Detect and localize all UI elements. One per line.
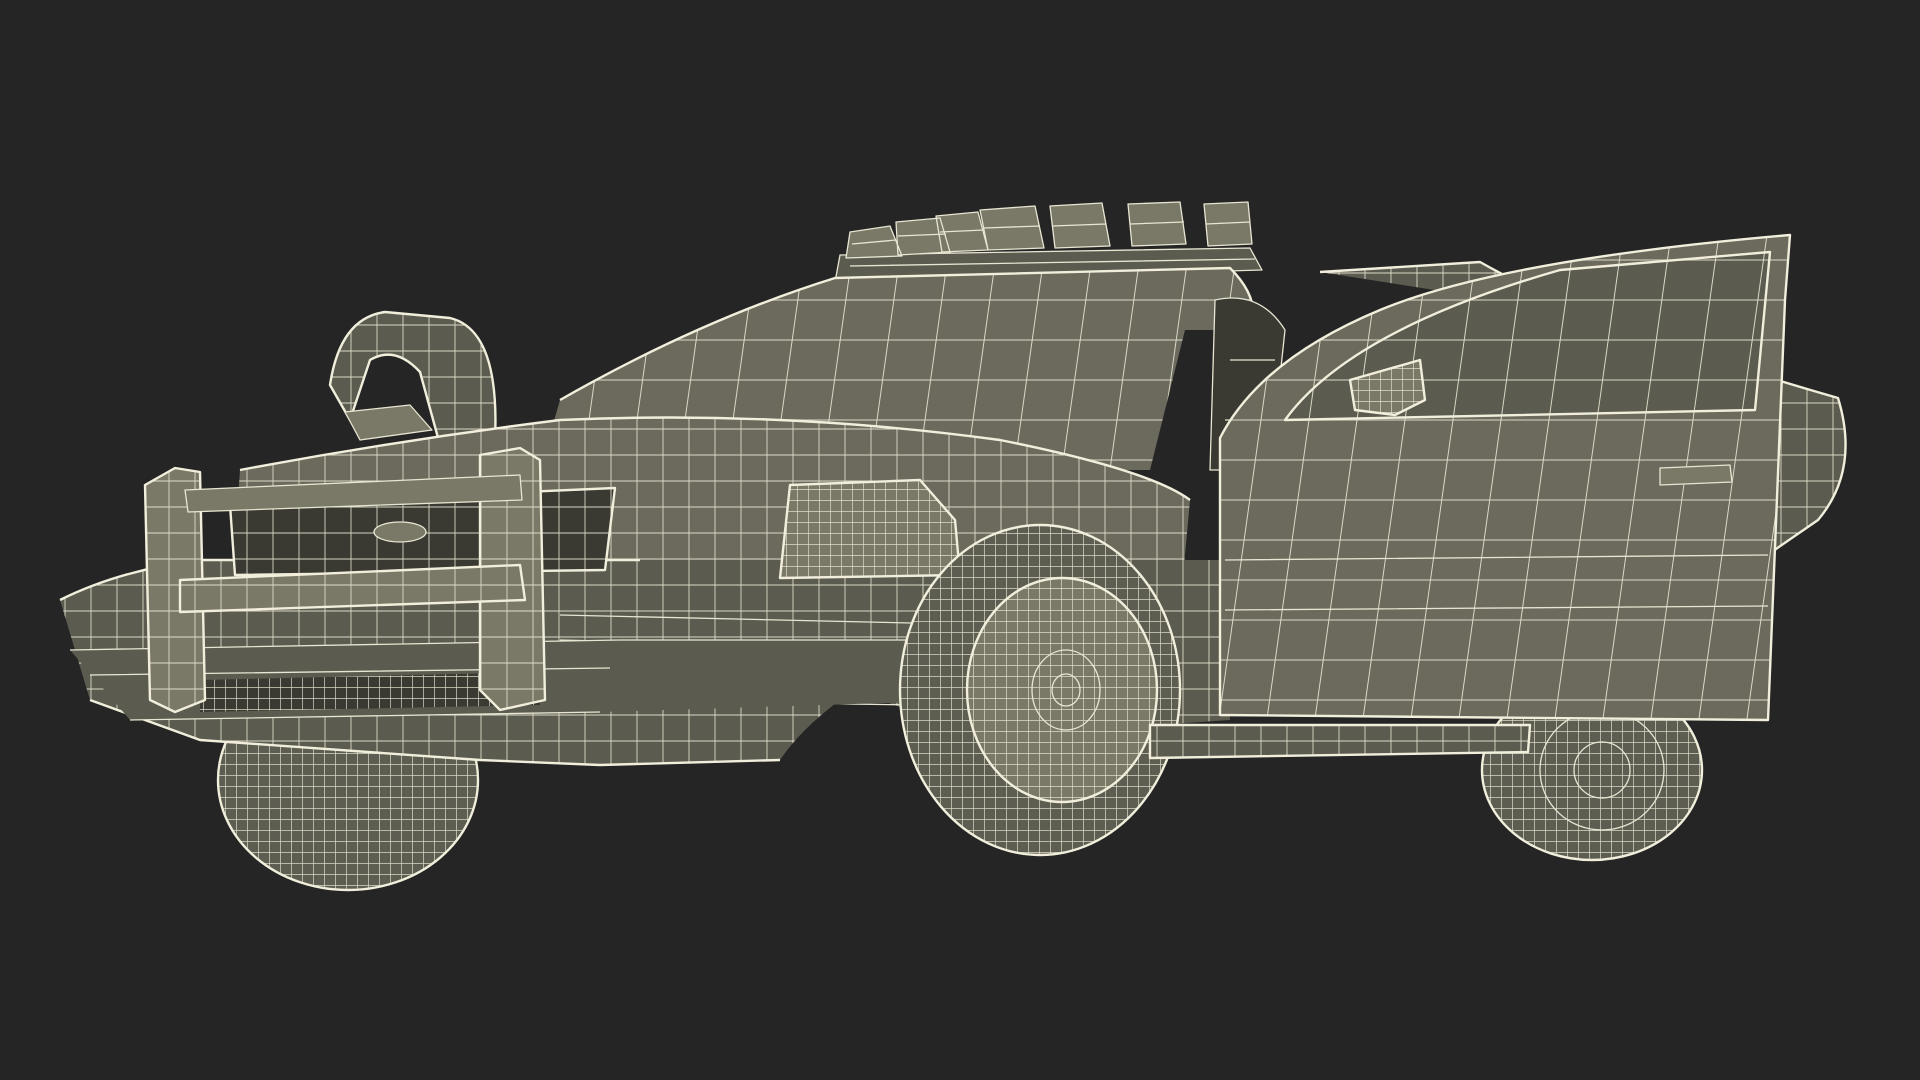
side-skirt	[1148, 723, 1532, 760]
front-right-wheel	[898, 523, 1182, 857]
left-side-mirror	[328, 310, 497, 447]
render-viewport	[0, 0, 1920, 1080]
police-car-wireframe-render	[59, 201, 1847, 892]
open-door	[1218, 233, 1792, 722]
